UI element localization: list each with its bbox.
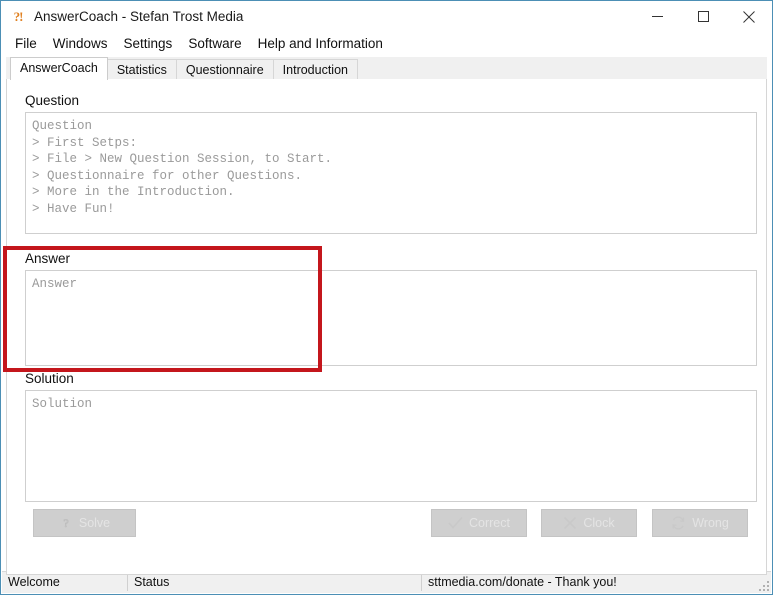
window-title: AnswerCoach - Stefan Trost Media	[34, 9, 244, 24]
answer-textarea[interactable]: Answer	[25, 270, 757, 366]
resize-grip-icon[interactable]	[757, 579, 769, 591]
action-button-row: ? Solve Correct Clock Wrong	[25, 509, 757, 537]
tab-host: AnswerCoach Statistics Questionnaire Int…	[6, 57, 767, 577]
question-textarea[interactable]: Question > First Setps: > File > New Que…	[25, 112, 757, 234]
solution-textarea[interactable]: Solution	[25, 390, 757, 502]
menu-item-file[interactable]: File	[7, 34, 45, 53]
application-window: ?! AnswerCoach - Stefan Trost Media File…	[0, 0, 773, 595]
correct-button-label: Correct	[469, 516, 510, 530]
tab-statistics[interactable]: Statistics	[106, 59, 177, 79]
menu-item-windows[interactable]: Windows	[45, 34, 116, 53]
clock-button-label: Clock	[583, 516, 615, 530]
wrong-button-label: Wrong	[692, 516, 729, 530]
minimize-button[interactable]	[634, 1, 680, 32]
tab-strip: AnswerCoach Statistics Questionnaire Int…	[6, 57, 767, 80]
menu-item-settings[interactable]: Settings	[116, 34, 181, 53]
close-icon	[743, 10, 755, 23]
tab-questionnaire[interactable]: Questionnaire	[175, 59, 274, 79]
title-bar: ?! AnswerCoach - Stefan Trost Media	[1, 1, 772, 32]
solution-group: Solution Solution	[25, 371, 757, 502]
question-label: Question	[25, 93, 80, 108]
status-welcome: Welcome	[2, 572, 128, 593]
answer-label: Answer	[25, 251, 71, 266]
menu-item-help-and-information[interactable]: Help and Information	[250, 34, 391, 53]
maximize-button[interactable]	[680, 1, 726, 32]
status-status: Status	[128, 572, 422, 593]
check-mark-icon	[448, 516, 463, 529]
refresh-cycle-icon	[672, 516, 685, 530]
correct-button[interactable]: Correct	[431, 509, 527, 537]
tab-answercoach[interactable]: AnswerCoach	[10, 57, 108, 80]
solve-button[interactable]: ? Solve	[33, 509, 136, 537]
question-exclamation-icon: ?!	[13, 8, 24, 24]
maximize-icon	[697, 11, 709, 22]
window-controls	[634, 1, 772, 32]
close-button[interactable]	[726, 1, 772, 32]
status-donate-link[interactable]: sttmedia.com/donate - Thank you!	[422, 572, 771, 593]
cross-x-icon	[564, 516, 577, 530]
clock-button[interactable]: Clock	[541, 509, 637, 537]
menu-bar: File Windows Settings Software Help and …	[1, 32, 772, 54]
minimize-icon	[651, 16, 663, 17]
solution-label: Solution	[25, 371, 74, 386]
question-group: Question Question > First Setps: > File …	[25, 93, 757, 234]
menu-item-software[interactable]: Software	[180, 34, 249, 53]
tab-panel-answercoach: Question Question > First Setps: > File …	[6, 78, 767, 575]
solve-button-label: Solve	[78, 516, 111, 530]
answer-group: Answer Answer	[25, 251, 757, 366]
question-mark-icon: ?	[63, 516, 69, 530]
wrong-button[interactable]: Wrong	[652, 509, 748, 537]
tab-introduction[interactable]: Introduction	[272, 59, 358, 79]
svg-text:?: ?	[63, 516, 68, 530]
